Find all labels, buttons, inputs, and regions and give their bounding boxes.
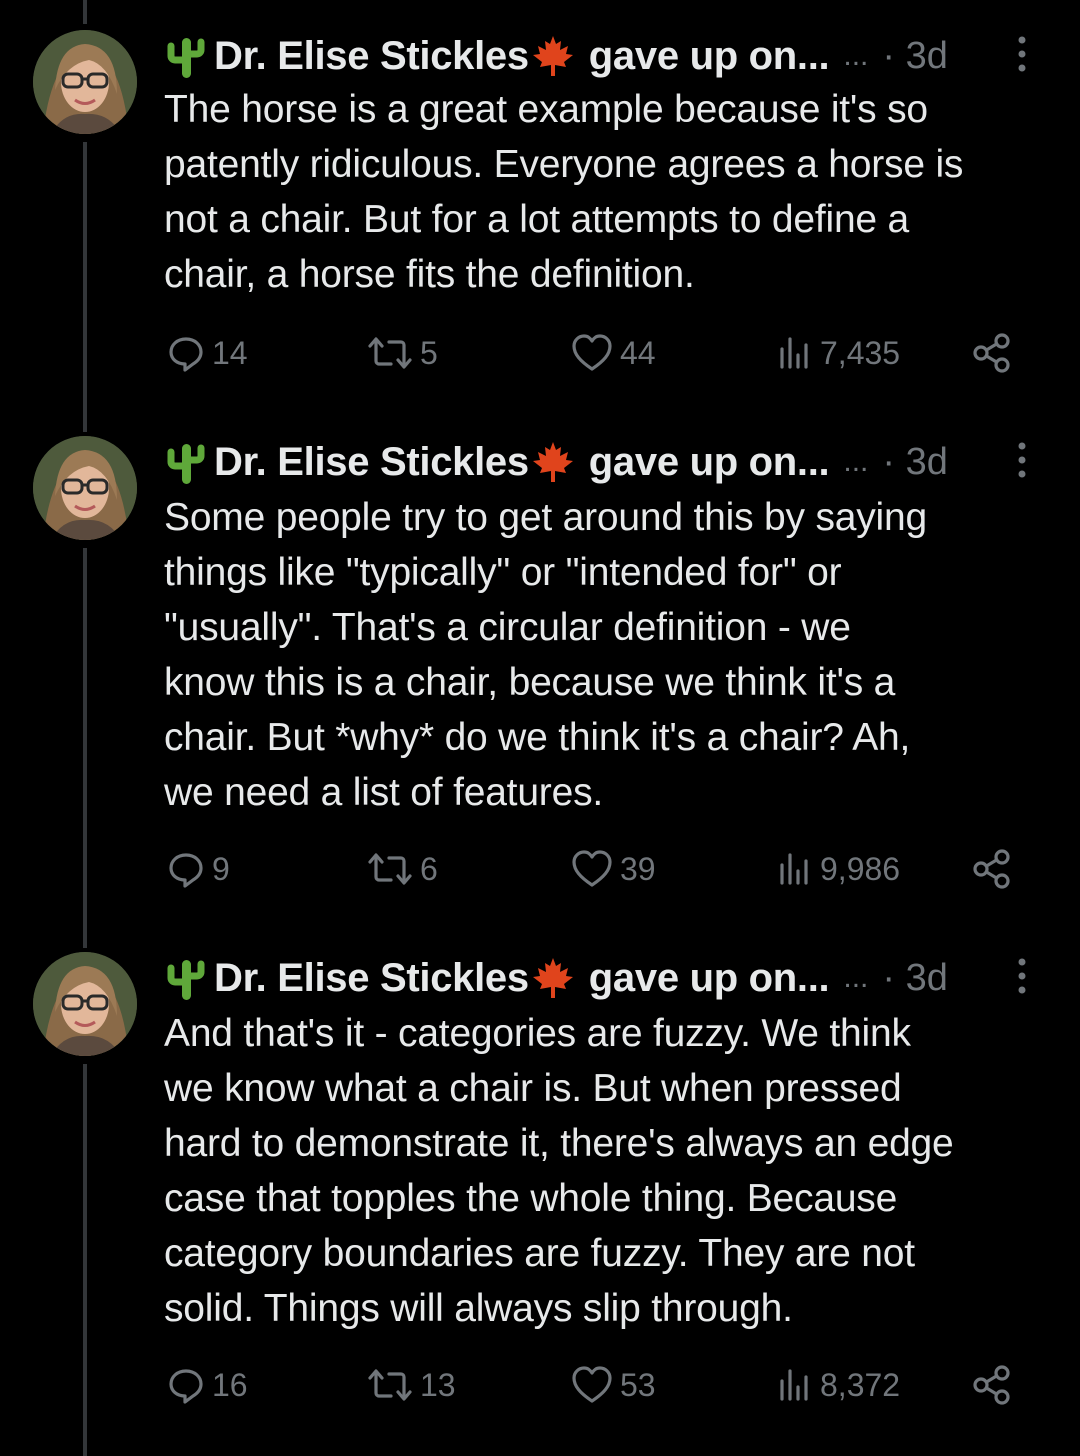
tweet-text-line: category boundaries are fuzzy. They are … [164, 1232, 915, 1275]
views-icon [780, 337, 808, 369]
tweet-header: Dr. Elise Stickles gave up on... ... · 3… [166, 30, 1046, 82]
views-count: 9,986 [820, 850, 901, 887]
tweet-text: The horse is a great example because it'… [164, 82, 1054, 302]
tweet-text-line: patently ridiculous. Everyone agrees a h… [164, 143, 964, 186]
tweet-actions: 14 5 44 7,435 [166, 328, 1026, 378]
reply-button[interactable]: 16 [166, 1360, 248, 1410]
tweet-2[interactable]: Dr. Elise Stickles gave up on... ... · 3… [0, 406, 1080, 922]
views-count: 7,435 [820, 334, 901, 371]
repost-icon [368, 853, 412, 885]
truncation-ellipsis: ... [843, 961, 869, 994]
reply-button[interactable]: 14 [166, 328, 248, 378]
like-button[interactable]: 53 [570, 1360, 656, 1410]
tweet-1[interactable]: Dr. Elise Stickles gave up on... ... · 3… [0, 0, 1080, 410]
tweet-text-line: not a chair. But for a lot attempts to d… [164, 198, 910, 241]
tweet-text-line: Some people try to get around this by sa… [164, 496, 927, 539]
like-count: 44 [620, 334, 656, 371]
heart-icon [572, 334, 612, 371]
share-button[interactable] [970, 1360, 1020, 1410]
reply-count: 16 [212, 1366, 248, 1403]
tweet-text-line: "usually". That's a circular definition … [164, 606, 851, 649]
repost-count: 6 [420, 850, 438, 887]
avatar[interactable] [33, 952, 137, 1056]
repost-button[interactable]: 13 [366, 1360, 456, 1410]
reply-icon [169, 337, 203, 372]
author-handle[interactable]: gave up on... [589, 956, 830, 1001]
timestamp[interactable]: · 3d [882, 441, 947, 484]
tweet-text-line: case that topples the whole thing. Becau… [164, 1177, 898, 1220]
tweet-text-line: things like "typically" or "intended for… [164, 551, 842, 594]
reply-icon [169, 1369, 203, 1404]
views-button[interactable]: 8,372 [774, 1360, 900, 1410]
share-button[interactable] [970, 328, 1020, 378]
author-handle[interactable]: gave up on... [589, 440, 830, 485]
heart-icon [572, 850, 612, 887]
tweet-text-line: we know what a chair is. But when presse… [164, 1067, 902, 1110]
author-name[interactable]: Dr. Elise Stickles [214, 956, 529, 1001]
cactus-icon [167, 38, 205, 78]
repost-icon [368, 1369, 412, 1401]
author-name[interactable]: Dr. Elise Stickles [214, 440, 529, 485]
more-vertical-icon[interactable] [1010, 440, 1034, 480]
views-button[interactable]: 9,986 [774, 844, 900, 894]
avatar[interactable] [33, 436, 137, 540]
tweet-actions: 9 6 39 9,986 [166, 844, 1026, 894]
tweet-header: Dr. Elise Stickles gave up on... ... · 3… [166, 952, 1046, 1004]
tweet-3[interactable]: Dr. Elise Stickles gave up on... ... · 3… [0, 922, 1080, 1456]
avatar[interactable] [33, 30, 137, 134]
cactus-icon [167, 960, 205, 1000]
tweet-text-line: solid. Things will always slip through. [164, 1287, 793, 1330]
timestamp[interactable]: · 3d [882, 957, 947, 1000]
timestamp[interactable]: · 3d [882, 35, 947, 78]
repost-icon [368, 337, 412, 369]
heart-icon [572, 1366, 612, 1403]
views-button[interactable]: 7,435 [774, 328, 900, 378]
tweet-actions: 16 13 53 8,372 [166, 1360, 1026, 1410]
more-vertical-icon[interactable] [1010, 34, 1034, 74]
like-button[interactable]: 44 [570, 328, 656, 378]
cactus-icon [167, 444, 205, 484]
repost-button[interactable]: 5 [366, 328, 438, 378]
tweet-text: Some people try to get around this by sa… [164, 490, 1054, 820]
repost-count: 13 [420, 1366, 456, 1403]
reply-count: 14 [212, 334, 248, 371]
like-count: 53 [620, 1366, 656, 1403]
tweet-text: And that's it - categories are fuzzy. We… [164, 1006, 1054, 1336]
reply-icon [169, 853, 203, 888]
views-icon [780, 853, 808, 885]
tweet-text-line: know this is a chair, because we think i… [164, 661, 896, 704]
maple-leaf-icon [532, 958, 573, 998]
tweet-text-line: And that's it - categories are fuzzy. We… [164, 1012, 911, 1055]
tweet-header: Dr. Elise Stickles gave up on... ... · 3… [166, 436, 1046, 488]
reply-count: 9 [212, 850, 230, 887]
author-name[interactable]: Dr. Elise Stickles [214, 34, 529, 79]
tweet-text-line: chair, a horse fits the definition. [164, 253, 695, 296]
maple-leaf-icon [532, 36, 573, 76]
share-icon [973, 333, 1010, 373]
tweet-text-line: chair. But *why* do we think it's a chai… [164, 716, 911, 759]
repost-button[interactable]: 6 [366, 844, 438, 894]
share-icon [973, 1365, 1010, 1405]
tweet-text-line: The horse is a great example because it'… [164, 88, 928, 131]
tweet-text-line: we need a list of features. [164, 771, 604, 814]
share-icon [973, 849, 1010, 889]
reply-button[interactable]: 9 [166, 844, 230, 894]
author-handle[interactable]: gave up on... [589, 34, 830, 79]
tweet-text-line: hard to demonstrate it, there's always a… [164, 1122, 954, 1165]
maple-leaf-icon [532, 442, 573, 482]
views-count: 8,372 [820, 1366, 901, 1403]
views-icon [780, 1369, 808, 1401]
repost-count: 5 [420, 334, 438, 371]
share-button[interactable] [970, 844, 1020, 894]
like-button[interactable]: 39 [570, 844, 656, 894]
like-count: 39 [620, 850, 656, 887]
truncation-ellipsis: ... [843, 39, 869, 72]
truncation-ellipsis: ... [843, 445, 869, 478]
more-vertical-icon[interactable] [1010, 956, 1034, 996]
